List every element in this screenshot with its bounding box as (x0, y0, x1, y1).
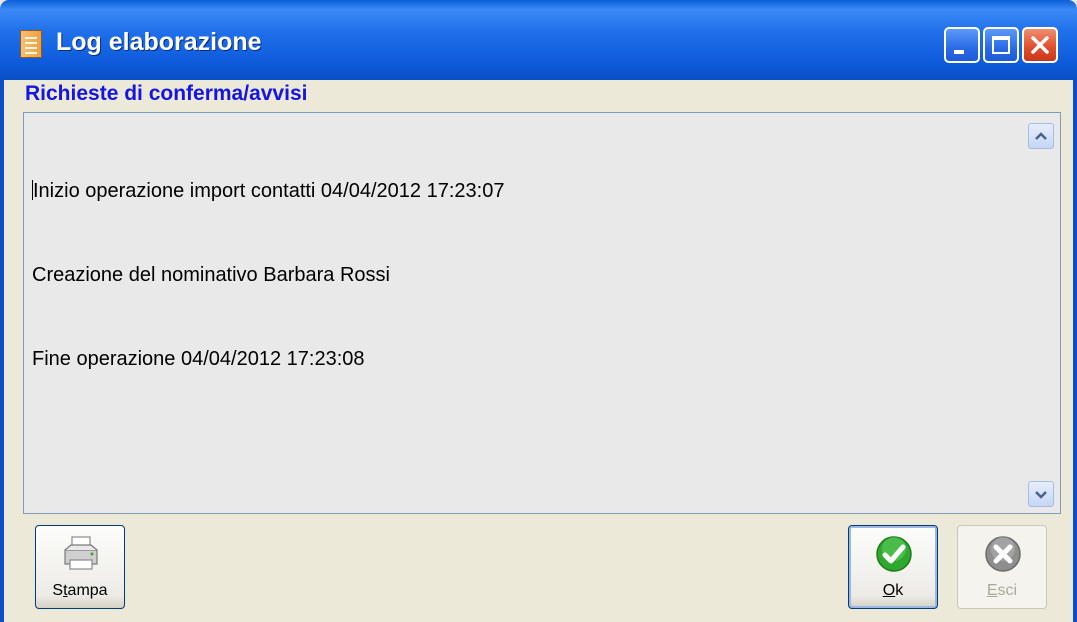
window-title: Log elaborazione (56, 28, 262, 56)
check-icon (876, 536, 912, 572)
log-content: Inizio operazione import contatti 04/04/… (32, 121, 1020, 429)
log-line: Creazione del nominativo Barbara Rossi (32, 264, 390, 286)
ok-button[interactable]: Ok (848, 525, 938, 609)
cancel-icon (985, 536, 1021, 572)
log-elaborazione-dialog: Log elaborazione Richieste di conferma/a… (0, 0, 1077, 622)
window-border-left (0, 80, 4, 622)
log-line: Fine operazione 04/04/2012 17:23:08 (32, 348, 365, 370)
log-document-icon (20, 30, 42, 58)
log-textarea[interactable]: Inizio operazione import contatti 04/04/… (23, 112, 1061, 514)
section-label: Richieste di conferma/avvisi (25, 82, 308, 105)
scroll-down-button[interactable] (1028, 481, 1054, 507)
close-icon (1031, 36, 1049, 54)
maximize-button[interactable] (983, 27, 1019, 63)
chevron-up-icon (1035, 132, 1047, 140)
maximize-icon (992, 36, 1010, 54)
ok-label: Ok (882, 582, 904, 599)
minimize-icon (954, 50, 964, 54)
chevron-down-icon (1035, 491, 1047, 499)
scroll-up-button[interactable] (1028, 123, 1054, 149)
close-button[interactable] (1022, 27, 1058, 63)
window-border-right (1073, 80, 1077, 622)
minimize-button[interactable] (944, 27, 980, 63)
esci-label: Esci (986, 582, 1018, 599)
stampa-label: Stampa (52, 582, 108, 599)
stampa-button[interactable]: Stampa (35, 525, 125, 609)
esci-button[interactable]: Esci (957, 525, 1047, 609)
title-bar[interactable]: Log elaborazione (0, 0, 1077, 80)
log-line: Inizio operazione import contatti 04/04/… (32, 180, 505, 202)
printer-icon (64, 536, 98, 570)
